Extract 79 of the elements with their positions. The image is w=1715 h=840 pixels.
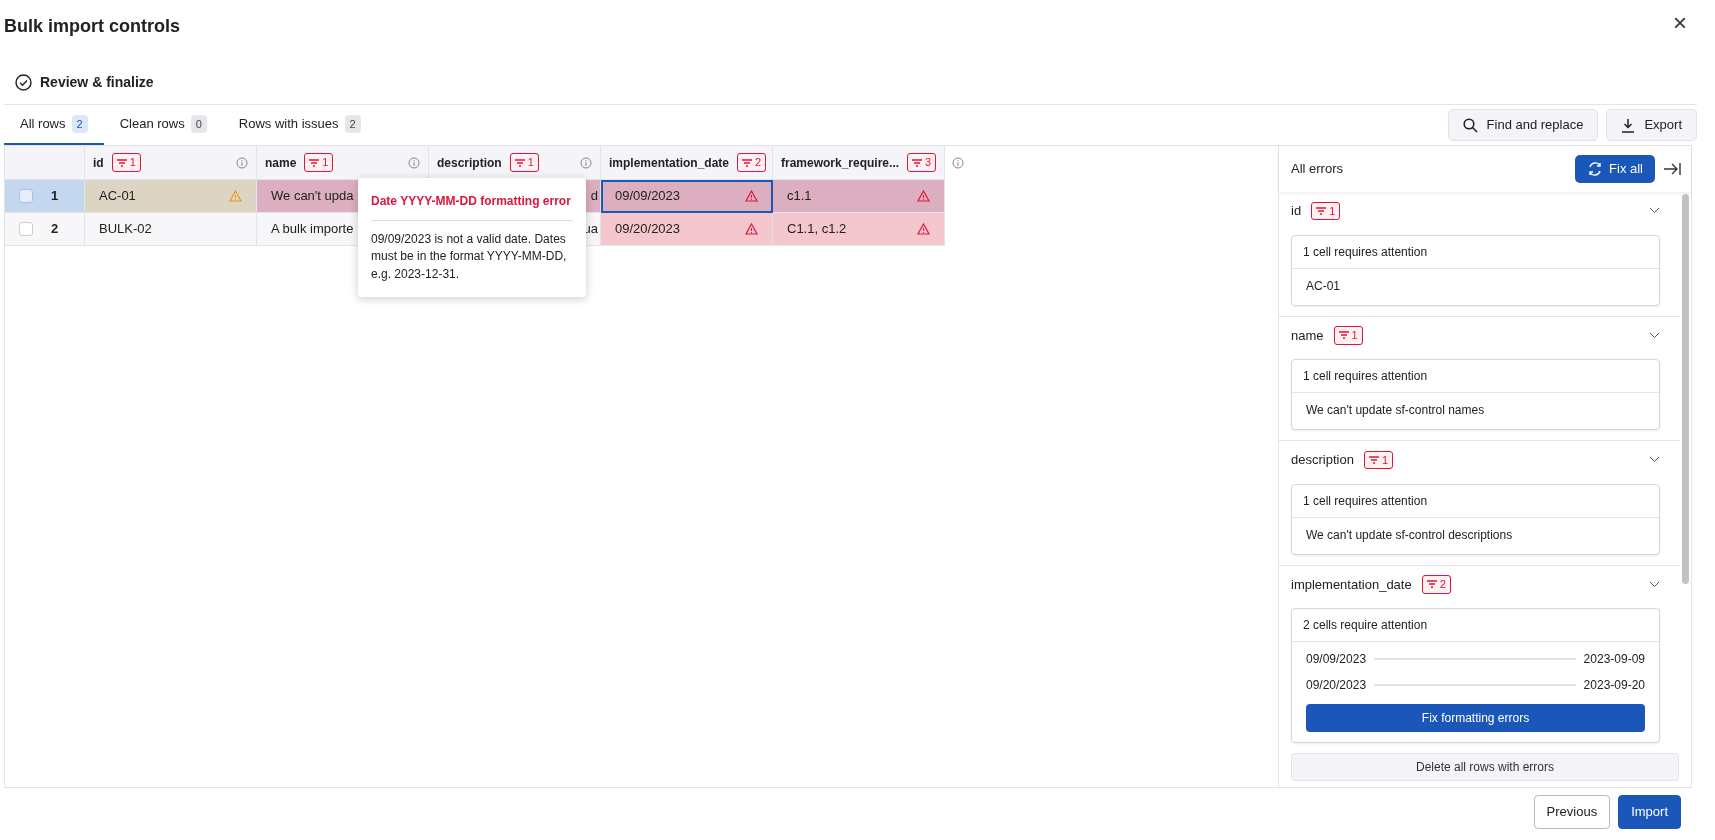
column-label: id bbox=[93, 154, 104, 172]
corrected-value: 2023-09-20 bbox=[1583, 677, 1645, 694]
table-cell[interactable]: C1.1, c1.2 bbox=[773, 213, 945, 246]
filter-icon bbox=[1368, 455, 1379, 464]
filter-icon bbox=[742, 158, 753, 167]
error-value: We can't update sf-control names bbox=[1306, 402, 1486, 419]
card-heading: 1 cell requires attention bbox=[1292, 235, 1659, 269]
section-title: id bbox=[1291, 202, 1302, 220]
section-title: implementation_date bbox=[1291, 575, 1412, 594]
fix-all-button[interactable]: Fix all bbox=[1575, 155, 1655, 183]
section-title: name bbox=[1291, 326, 1324, 345]
filter-icon bbox=[912, 158, 923, 167]
table-cell[interactable]: c1.1 bbox=[773, 180, 945, 213]
footer-button[interactable]: Import bbox=[1618, 795, 1681, 829]
info-icon bbox=[236, 156, 248, 169]
error-value: AC-01 bbox=[1306, 277, 1341, 295]
column-label: name bbox=[265, 154, 297, 172]
card-heading: 2 cells require attention bbox=[1292, 609, 1659, 642]
filter-icon bbox=[309, 158, 320, 167]
column-label: framework_require... bbox=[781, 154, 900, 172]
tooltip-title: Date YYYY-MM-DD formatting error bbox=[371, 192, 573, 221]
filter-badge[interactable]: 2 bbox=[737, 153, 767, 172]
filter-badge[interactable]: 1 bbox=[304, 153, 334, 172]
info-icon bbox=[580, 156, 592, 169]
section-title: description bbox=[1291, 451, 1354, 469]
filter-badge[interactable]: 1 bbox=[1363, 450, 1393, 469]
toolbar-button[interactable]: Find and replace bbox=[1447, 109, 1599, 141]
fix-formatting-button[interactable]: Fix formatting errors bbox=[1306, 704, 1645, 732]
filter-badge[interactable]: 3 bbox=[907, 153, 937, 172]
card-heading: 1 cell requires attention bbox=[1292, 360, 1659, 393]
original-value: 09/20/2023 bbox=[1306, 677, 1367, 694]
panel-title: All errors bbox=[1291, 160, 1344, 179]
row-number: 2 bbox=[51, 220, 59, 239]
filter-badge[interactable]: 1 bbox=[1333, 326, 1363, 345]
filter-icon bbox=[1338, 331, 1349, 340]
count-badge: 0 bbox=[190, 114, 207, 134]
row-checkbox[interactable] bbox=[19, 222, 33, 236]
toolbar-button[interactable]: Export bbox=[1606, 109, 1697, 141]
filter-badge[interactable]: 1 bbox=[509, 153, 539, 172]
search-icon bbox=[1462, 117, 1478, 133]
corrected-value: 2023-09-09 bbox=[1583, 651, 1645, 668]
filter-badge[interactable]: 1 bbox=[1311, 201, 1341, 220]
info-icon bbox=[408, 156, 420, 169]
table-cell[interactable]: AC-01 bbox=[85, 180, 257, 213]
column-label: implementation_date bbox=[609, 154, 730, 172]
scrollbar[interactable] bbox=[1682, 194, 1689, 584]
download-icon bbox=[1621, 117, 1636, 133]
refresh-icon bbox=[1587, 161, 1604, 177]
step-label: Review & finalize bbox=[40, 72, 154, 92]
footer-button[interactable]: Previous bbox=[1533, 795, 1611, 829]
filter-badge[interactable]: 1 bbox=[111, 153, 141, 172]
filter-icon bbox=[1426, 580, 1437, 589]
tab[interactable]: Clean rows 0 bbox=[103, 105, 223, 145]
original-value: 09/09/2023 bbox=[1306, 651, 1367, 668]
filter-icon bbox=[514, 158, 525, 167]
close-button[interactable]: × bbox=[1667, 4, 1693, 42]
dialog-title: Bulk import controls bbox=[4, 14, 180, 38]
check-circle-icon bbox=[15, 73, 32, 91]
row-checkbox[interactable] bbox=[19, 189, 33, 203]
column-label: description bbox=[437, 154, 502, 172]
collapse-icon[interactable] bbox=[1663, 162, 1681, 176]
filter-icon bbox=[116, 158, 127, 167]
filter-icon bbox=[1316, 206, 1327, 215]
filter-badge[interactable]: 2 bbox=[1421, 575, 1451, 594]
count-badge: 2 bbox=[344, 114, 361, 134]
info-icon bbox=[952, 156, 965, 169]
tab[interactable]: Rows with issues 2 bbox=[222, 105, 377, 145]
table-cell[interactable]: 09/20/2023 bbox=[601, 213, 773, 246]
chevron-icon[interactable] bbox=[1649, 580, 1660, 588]
chevron-icon[interactable] bbox=[1649, 207, 1660, 215]
delete-rows-button[interactable]: Delete all rows with errors bbox=[1291, 753, 1679, 781]
count-badge: 2 bbox=[71, 114, 88, 134]
chevron-icon[interactable] bbox=[1649, 331, 1660, 339]
row-number: 1 bbox=[51, 187, 59, 206]
table-cell[interactable]: BULK-02 bbox=[85, 213, 257, 246]
table-cell[interactable]: 09/09/2023 bbox=[601, 180, 773, 213]
card-heading: 1 cell requires attention bbox=[1292, 484, 1659, 518]
chevron-icon[interactable] bbox=[1649, 456, 1660, 464]
error-value: We can't update sf-control descriptions bbox=[1306, 526, 1514, 544]
